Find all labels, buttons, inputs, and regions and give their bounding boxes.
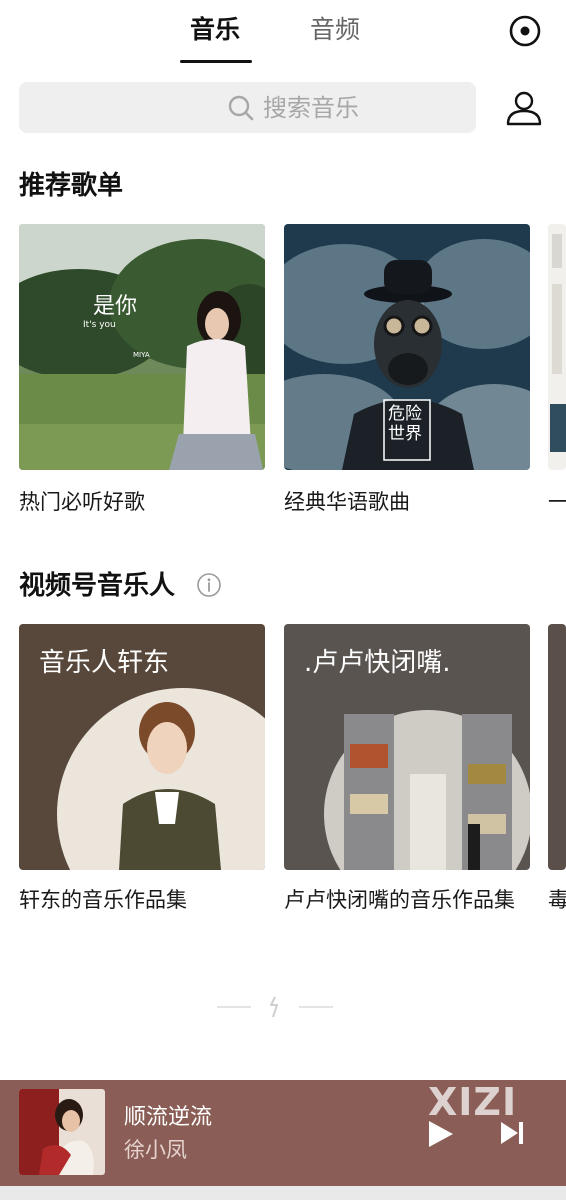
playlist-label: 热门必听好歌 (19, 490, 145, 514)
next-track-icon[interactable] (498, 1119, 526, 1147)
end-of-list-divider (217, 994, 333, 1020)
recommended-playlists-title: 推荐歌单 (19, 171, 124, 201)
artist-cover-title: .卢卢快闭嘴. (304, 648, 451, 678)
playlist-cover: 危险世界 (284, 224, 530, 470)
top-tabs: 音乐 音频 (0, 0, 566, 68)
artist-card[interactable]: .卢卢快闭嘴. 卢卢快闭嘴的音乐作品集 (284, 624, 566, 924)
search-icon (227, 94, 255, 122)
playlist-cover (548, 224, 566, 470)
playlist-label: 一 (548, 490, 566, 514)
now-playing-cover (19, 1089, 105, 1175)
record-circle-icon[interactable] (508, 14, 542, 48)
artist-cover (548, 624, 566, 870)
artist-cover-title: 音乐人轩东 (39, 648, 170, 678)
musicians-section-title: 视频号音乐人 (19, 571, 176, 601)
tab-audio[interactable]: 音频 (310, 14, 360, 46)
profile-icon[interactable] (504, 88, 544, 128)
artist-card[interactable]: 毒 (548, 624, 566, 924)
playlist-label: 经典华语歌曲 (284, 490, 410, 514)
artist-cover: .卢卢快闭嘴. (284, 624, 530, 870)
playlist-cover: 是你 It's you MIYA (19, 224, 265, 470)
play-icon[interactable] (424, 1118, 456, 1150)
music-page: 音乐 音频 搜索音乐 推荐歌单 是你 It's you MIYA 热门必听好歌 … (0, 0, 566, 1200)
playlist-card[interactable]: 危险世界 经典华语歌曲 (284, 224, 531, 524)
cover-artist: MIYA (133, 351, 150, 359)
now-playing-artist: 徐小凤 (124, 1138, 187, 1162)
cover-title: 是你 (93, 294, 138, 319)
search-placeholder: 搜索音乐 (263, 94, 359, 122)
playlist-card[interactable]: 是你 It's you MIYA 热门必听好歌 (19, 224, 266, 524)
artist-collection-label: 轩东的音乐作品集 (19, 888, 187, 912)
tab-music[interactable]: 音乐 (190, 14, 240, 46)
playlist-card[interactable]: 一 (548, 224, 566, 524)
active-tab-indicator (180, 60, 252, 63)
artist-collection-label: 卢卢快闭嘴的音乐作品集 (284, 888, 515, 912)
cover-title: 危险世界 (388, 404, 422, 444)
now-playing-title: 顺流逆流 (124, 1105, 213, 1130)
artist-cover: 音乐人轩东 (19, 624, 265, 870)
info-icon[interactable] (196, 572, 222, 598)
bottom-safe-area (0, 1186, 566, 1200)
cover-subtitle: It's you (83, 320, 116, 330)
artist-collection-label: 毒 (548, 888, 566, 912)
artist-card[interactable]: 音乐人轩东 轩东的音乐作品集 (19, 624, 266, 924)
search-input[interactable]: 搜索音乐 (19, 82, 476, 133)
mini-player[interactable]: 顺流逆流 徐小凤 XIZI (0, 1080, 566, 1186)
